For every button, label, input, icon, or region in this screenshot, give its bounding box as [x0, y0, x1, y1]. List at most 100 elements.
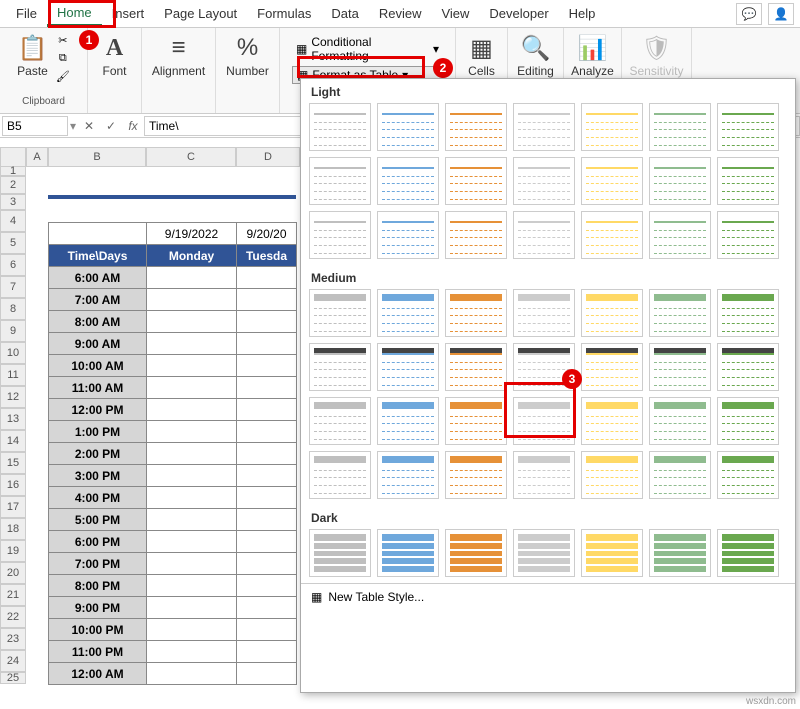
time-cell[interactable]: 8:00 PM — [49, 575, 147, 597]
time-cell[interactable]: 3:00 PM — [49, 465, 147, 487]
row-header[interactable]: 23 — [0, 628, 26, 650]
table-style-swatch[interactable] — [445, 211, 507, 259]
cell[interactable] — [147, 663, 237, 685]
chevron-down-icon[interactable]: ▾ — [68, 119, 78, 133]
table-style-swatch[interactable] — [717, 343, 779, 391]
cell[interactable] — [237, 377, 297, 399]
table-style-swatch[interactable] — [377, 451, 439, 499]
table-style-swatch[interactable] — [513, 529, 575, 577]
cell[interactable] — [237, 289, 297, 311]
table-style-swatch[interactable] — [445, 451, 507, 499]
number-button[interactable]: %Number — [222, 32, 273, 80]
cell[interactable] — [147, 641, 237, 663]
time-cell[interactable]: 12:00 AM — [49, 663, 147, 685]
cell[interactable] — [237, 531, 297, 553]
col-header-d[interactable]: D — [236, 147, 300, 167]
cell[interactable] — [237, 333, 297, 355]
table-style-swatch[interactable] — [649, 211, 711, 259]
time-cell[interactable]: 2:00 PM — [49, 443, 147, 465]
tab-review[interactable]: Review — [369, 2, 432, 25]
cell[interactable] — [237, 355, 297, 377]
tab-view[interactable]: View — [431, 2, 479, 25]
row-header[interactable]: 2 — [0, 176, 26, 194]
cell[interactable] — [147, 399, 237, 421]
table-style-swatch[interactable] — [581, 289, 643, 337]
table-style-swatch[interactable] — [513, 289, 575, 337]
table-style-swatch[interactable] — [649, 343, 711, 391]
table-style-swatch[interactable] — [445, 343, 507, 391]
row-header[interactable]: 5 — [0, 232, 26, 254]
table-style-swatch[interactable] — [717, 103, 779, 151]
cancel-button[interactable]: ✕ — [78, 119, 100, 133]
comments-button[interactable]: 💬 — [736, 3, 762, 25]
row-header[interactable]: 9 — [0, 320, 26, 342]
table-style-swatch[interactable] — [309, 451, 371, 499]
cell[interactable] — [237, 509, 297, 531]
table-style-swatch[interactable] — [649, 529, 711, 577]
day-header[interactable]: Monday — [147, 245, 237, 267]
time-cell[interactable]: 4:00 PM — [49, 487, 147, 509]
tab-home[interactable]: Home — [47, 1, 102, 27]
time-cell[interactable]: 8:00 AM — [49, 311, 147, 333]
select-all-corner[interactable] — [0, 147, 26, 167]
col-header-b[interactable]: B — [48, 147, 146, 167]
table-style-swatch[interactable] — [649, 289, 711, 337]
time-cell[interactable]: 7:00 AM — [49, 289, 147, 311]
time-cell[interactable]: 6:00 AM — [49, 267, 147, 289]
row-header[interactable]: 1 — [0, 166, 26, 176]
format-painter-button[interactable]: 🖌 — [52, 68, 74, 84]
time-cell[interactable]: 6:00 PM — [49, 531, 147, 553]
row-header[interactable]: 12 — [0, 386, 26, 408]
cell[interactable] — [237, 399, 297, 421]
table-style-swatch[interactable] — [581, 157, 643, 205]
time-cell[interactable]: 7:00 PM — [49, 553, 147, 575]
table-style-swatch[interactable] — [309, 157, 371, 205]
table-style-swatch[interactable] — [581, 529, 643, 577]
share-button[interactable]: 👤 — [768, 3, 794, 25]
row-header[interactable]: 10 — [0, 342, 26, 364]
time-cell[interactable]: 9:00 AM — [49, 333, 147, 355]
font-button[interactable]: AFont — [97, 32, 133, 80]
analyze-button[interactable]: 📊Analyze — [567, 32, 618, 80]
row-header[interactable]: 25 — [0, 672, 26, 684]
row-header[interactable]: 15 — [0, 452, 26, 474]
tab-help[interactable]: Help — [559, 2, 606, 25]
row-header[interactable]: 24 — [0, 650, 26, 672]
copy-button[interactable]: ⧉ — [52, 50, 74, 66]
table-style-swatch[interactable] — [513, 211, 575, 259]
row-header[interactable]: 4 — [0, 210, 26, 232]
date-header[interactable]: 9/20/20 — [237, 223, 297, 245]
table-style-swatch[interactable] — [513, 157, 575, 205]
table-style-swatch[interactable] — [309, 103, 371, 151]
day-header[interactable]: Tuesda — [237, 245, 297, 267]
time-cell[interactable]: 11:00 PM — [49, 641, 147, 663]
row-header[interactable]: 18 — [0, 518, 26, 540]
cell[interactable] — [237, 619, 297, 641]
cell[interactable] — [147, 377, 237, 399]
table-style-swatch[interactable] — [377, 157, 439, 205]
sensitivity-button[interactable]: 🛡Sensitivity — [625, 32, 687, 80]
time-cell[interactable]: 10:00 PM — [49, 619, 147, 641]
cell[interactable] — [237, 575, 297, 597]
row-header[interactable]: 20 — [0, 562, 26, 584]
cell[interactable] — [237, 311, 297, 333]
cell[interactable] — [147, 443, 237, 465]
table-style-swatch[interactable] — [309, 211, 371, 259]
tab-developer[interactable]: Developer — [479, 2, 558, 25]
table-style-swatch[interactable] — [377, 397, 439, 445]
table-style-swatch[interactable] — [717, 211, 779, 259]
cell[interactable] — [147, 267, 237, 289]
tab-formulas[interactable]: Formulas — [247, 2, 321, 25]
table-style-swatch[interactable] — [717, 529, 779, 577]
time-cell[interactable]: 9:00 PM — [49, 597, 147, 619]
table-style-swatch[interactable] — [717, 157, 779, 205]
col-header-a[interactable]: A — [26, 147, 48, 167]
fx-button[interactable]: fx — [122, 119, 144, 133]
cell[interactable] — [147, 289, 237, 311]
row-header[interactable]: 22 — [0, 606, 26, 628]
col-header-c[interactable]: C — [146, 147, 236, 167]
cell[interactable] — [147, 531, 237, 553]
table-style-swatch[interactable] — [309, 343, 371, 391]
date-header[interactable]: 9/19/2022 — [147, 223, 237, 245]
cell[interactable] — [147, 575, 237, 597]
